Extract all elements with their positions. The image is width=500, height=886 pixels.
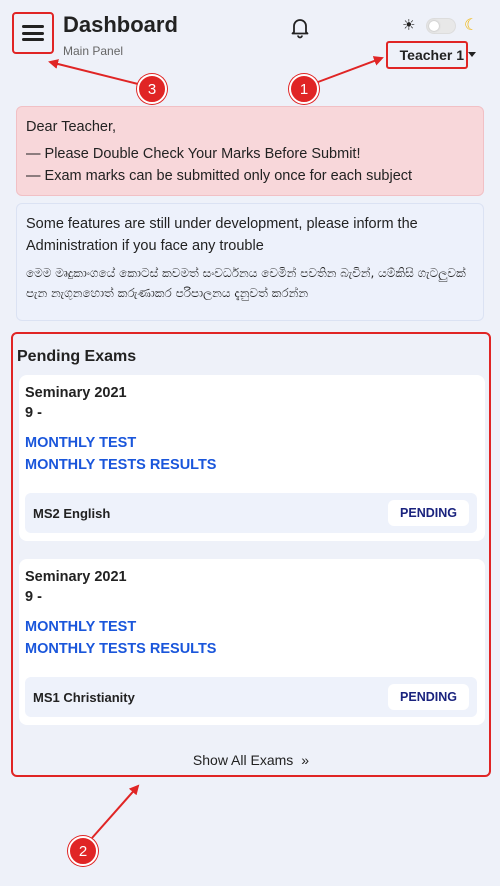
page-subtitle: Main Panel [63,44,124,58]
arrow-2 [91,784,140,839]
hamburger-menu-button[interactable] [12,12,54,54]
pending-exams-section: Pending Exams Seminary 2021 9 - MONTHLY … [11,332,491,777]
show-all-label: Show All Exams [192,752,294,768]
bell-icon[interactable] [288,15,312,39]
exam-institution: Seminary 2021 [25,385,127,401]
teacher-alert: Dear Teacher, — Please Double Check Your… [16,106,484,196]
monthly-results-link[interactable]: MONTHLY TESTS RESULTS [25,641,216,657]
exam-subject-row[interactable]: MS1 Christianity PENDING [25,677,477,717]
show-all-exams-button[interactable]: Show All Exams » [13,752,489,768]
development-notice: Some features are still under developmen… [16,203,484,321]
monthly-test-link[interactable]: MONTHLY TEST [25,619,136,635]
status-badge: PENDING [388,684,469,710]
notice-sinhala: මෙම මෘදුකාංගයේ කොටස් කවමත් සංවර්ධනය වෙමි… [26,265,466,300]
alert-line-1: — Please Double Check Your Marks Before … [26,145,361,162]
exam-subject: MS2 English [33,506,111,521]
exam-grade: 9 - [25,405,42,421]
moon-icon: ☾ [464,17,479,34]
sun-icon: ☀ [402,17,416,34]
exam-subject-row[interactable]: MS2 English PENDING [25,493,477,533]
exam-card: Seminary 2021 9 - MONTHLY TEST MONTHLY T… [19,559,485,725]
page-title: Dashboard [63,12,178,37]
exam-grade: 9 - [25,589,42,605]
exam-institution: Seminary 2021 [25,569,127,585]
status-badge: PENDING [388,500,469,526]
hamburger-icon [22,25,44,41]
callout-3: 3 [137,74,167,104]
pending-exams-title: Pending Exams [17,348,137,365]
exam-card: Seminary 2021 9 - MONTHLY TEST MONTHLY T… [19,375,485,541]
top-header: Dashboard Main Panel ☀ ☾ Teacher 1 [0,0,500,100]
monthly-results-link[interactable]: MONTHLY TESTS RESULTS [25,457,216,473]
notice-english: Some features are still under developmen… [26,216,418,254]
toggle-knob [429,21,439,31]
user-label: Teacher 1 [399,47,464,63]
exam-subject: MS1 Christianity [33,690,135,705]
alert-greeting: Dear Teacher, [26,119,117,135]
monthly-test-link[interactable]: MONTHLY TEST [25,435,136,451]
chevron-down-icon[interactable] [468,52,476,57]
user-menu-button[interactable]: Teacher 1 [386,41,468,69]
double-chevron-right-icon: » [301,752,310,768]
theme-toggle[interactable] [426,18,456,34]
callout-1: 1 [289,74,319,104]
alert-line-2: — Exam marks can be submitted only once … [26,167,413,184]
callout-2: 2 [68,836,98,866]
